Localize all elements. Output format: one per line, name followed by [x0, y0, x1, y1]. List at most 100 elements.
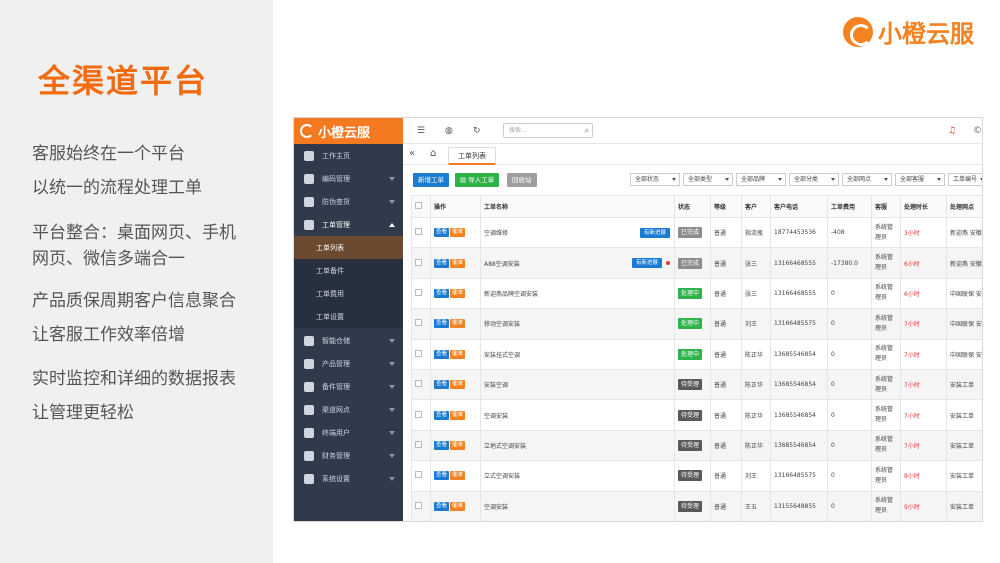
status-badge: 待受理: [678, 470, 703, 482]
sidebar-item-workorders[interactable]: 工单管理: [294, 213, 403, 236]
outlet-cell: 安装工单: [946, 429, 982, 462]
view-button[interactable]: 查看: [434, 258, 450, 268]
subnav-item-workorder-settings[interactable]: 工单设置: [294, 305, 403, 328]
status-filter[interactable]: 全部状态: [630, 173, 680, 186]
urge-button[interactable]: 催单: [450, 349, 466, 359]
row-select-cell: [411, 277, 431, 310]
view-button[interactable]: 查看: [434, 288, 450, 298]
workorder-name[interactable]: 立式空调安装: [484, 473, 520, 480]
workorder-name-cell: 空调安装: [480, 399, 675, 431]
view-button[interactable]: 查看: [434, 349, 450, 359]
bell-icon[interactable]: ♫: [948, 126, 956, 136]
urge-button[interactable]: 催单: [450, 410, 466, 420]
urge-button[interactable]: 催单: [450, 501, 466, 511]
refresh-icon[interactable]: ↻: [473, 126, 481, 136]
table-row[interactable]: 查看 催单 安装空调 待受理 普通 陈正华 13685546854 0 系统管理员 7小时 安装工单: [411, 368, 982, 401]
sidebar-item-users[interactable]: 终端用户: [294, 421, 403, 444]
urge-button[interactable]: 催单: [450, 380, 466, 390]
row-checkbox[interactable]: [415, 440, 422, 448]
tab-workorder-list[interactable]: 工单列表: [448, 147, 496, 165]
view-button[interactable]: 查看: [434, 410, 450, 420]
subnav-item-workorder-list[interactable]: 工单列表: [294, 236, 403, 259]
view-button[interactable]: 查看: [434, 228, 450, 238]
home-icon[interactable]: ⌂: [430, 148, 436, 159]
workorder-name[interactable]: 移动空调安装: [484, 321, 520, 328]
globe-icon[interactable]: ◍: [445, 126, 453, 136]
sidebar-item-label: 终端用户: [322, 428, 350, 437]
level-cell: 普通: [710, 429, 742, 462]
urge-button[interactable]: 催单: [450, 228, 466, 238]
workorder-name[interactable]: 安装挂式空调: [484, 352, 520, 359]
workorder-name[interactable]: 立地式空调安装: [484, 443, 526, 450]
new-progress-badge[interactable]: 有新进展: [639, 228, 670, 238]
row-checkbox[interactable]: [415, 471, 422, 479]
app-logo[interactable]: 小橙云服: [294, 118, 403, 144]
view-button[interactable]: 查看: [434, 380, 450, 390]
workorder-name[interactable]: 空调安装: [484, 504, 508, 511]
table-row[interactable]: 查看 催单 立地式空调安装 待受理 普通 陈正华 13685546854 0 系统管理员 7小时安…: [411, 429, 982, 462]
row-checkbox[interactable]: [415, 228, 422, 236]
sidebar-item-finance[interactable]: 财务管理: [294, 444, 403, 467]
row-checkbox[interactable]: [415, 410, 422, 418]
table-row[interactable]: 查看 催单 移动空调安装 处理中 普通 刘王 13166485575 0 系统管理员 7小时 中国联…: [411, 308, 982, 340]
agent-filter[interactable]: 全部客服: [895, 173, 945, 186]
menu-toggle-icon[interactable]: ☰: [417, 126, 425, 136]
workorder-number-filter[interactable]: 工单编号: [948, 173, 982, 186]
fee-cell: 0: [827, 368, 872, 401]
sidebar-item-codes[interactable]: 编码管理: [294, 167, 403, 190]
brand-filter[interactable]: 全部品牌: [736, 173, 786, 186]
workorder-name[interactable]: 空调维修: [484, 230, 508, 237]
sidebar-item-channels[interactable]: 渠道网点: [294, 398, 403, 421]
view-button[interactable]: 查看: [434, 319, 450, 329]
category-filter[interactable]: 全部分类: [789, 173, 839, 186]
workorder-name[interactable]: 空调安装: [484, 413, 508, 420]
row-checkbox[interactable]: [415, 319, 422, 327]
phone-cell: 13685546854: [770, 399, 828, 431]
urge-button[interactable]: 催单: [450, 258, 466, 268]
row-checkbox[interactable]: [415, 380, 422, 388]
view-button[interactable]: 查看: [434, 440, 450, 450]
import-workorder-button[interactable]: ▤ 导入工单: [455, 173, 500, 187]
urge-button[interactable]: 催单: [450, 319, 466, 329]
table-row[interactable]: 查看 催单 安装挂式空调 处理中 普通 陈正华 13685546854 0 系统管理员 7小时 中国…: [411, 338, 982, 370]
type-filter[interactable]: 全部类型: [683, 173, 733, 186]
urge-button[interactable]: 催单: [450, 440, 466, 450]
subnav-item-workorder-fees[interactable]: 工单费用: [294, 282, 403, 305]
table-row[interactable]: 查看 催单 立式空调安装 待受理 普通 刘王 13166485575 0 系统管理员 8小时 安装工…: [411, 460, 982, 492]
search-input[interactable]: 搜索... ⌕: [503, 123, 593, 138]
sidebar-item-warehouse[interactable]: 智能仓储: [294, 329, 403, 352]
sidebar-item-products[interactable]: 产品管理: [294, 352, 403, 375]
customer-cell: 指流瓶: [741, 216, 771, 249]
subnav-item-workorder-parts[interactable]: 工单备件: [294, 259, 403, 282]
row-checkbox[interactable]: [415, 288, 422, 296]
sidebar-item-anticounterfeit[interactable]: 防伪查货: [294, 190, 403, 213]
user-menu-icon[interactable]: ©: [973, 126, 982, 136]
fee-cell: 0: [827, 460, 872, 492]
row-checkbox[interactable]: [415, 501, 422, 509]
table-row[interactable]: 查看 催单 空调维修 有新进展 已完成 普通 指流瓶 18774453536 -408 系统管理员…: [411, 216, 982, 249]
sidebar-item-home[interactable]: 工作主页: [294, 144, 403, 167]
select-all-checkbox[interactable]: [415, 202, 422, 209]
new-workorder-button[interactable]: 新增工单: [413, 173, 449, 187]
workorder-name[interactable]: 安装空调: [484, 382, 508, 389]
table-row[interactable]: 查看 催单 空调安装 待受理 普通 王五 13155648855 0 系统管理员 9小时 安装工单: [411, 490, 982, 521]
sidebar-item-parts[interactable]: 备件管理: [294, 375, 403, 398]
new-progress-badge[interactable]: 有新进展: [631, 258, 662, 269]
urge-button[interactable]: 催单: [450, 471, 466, 481]
sidebar-item-settings[interactable]: 系统设置: [294, 467, 403, 490]
row-checkbox[interactable]: [415, 349, 422, 357]
workorder-name[interactable]: A88空调安装: [484, 261, 520, 268]
workorder-name[interactable]: 新迎燕品牌空调安装: [484, 291, 538, 298]
urge-button[interactable]: 催单: [450, 288, 466, 298]
table-row[interactable]: 查看 催单 空调安装 待受理 普通 陈正华 13685546854 0 系统管理员 7小时 安装工单: [411, 399, 982, 431]
outlet-filter[interactable]: 全部网点: [842, 173, 892, 186]
collapse-icon[interactable]: «: [409, 148, 415, 159]
view-button[interactable]: 查看: [434, 501, 450, 511]
row-checkbox[interactable]: [415, 258, 422, 266]
view-button[interactable]: 查看: [434, 471, 450, 481]
brand-logo: 小橙云服: [843, 14, 974, 49]
recycle-bin-button[interactable]: 回收站: [507, 173, 537, 187]
search-icon[interactable]: ⌕: [585, 124, 589, 137]
table-row[interactable]: 查看 催单 新迎燕品牌空调安装 处理中 普通 张三 13166468555 0 系统管理员 6小时…: [411, 277, 982, 310]
table-row[interactable]: 查看 催单 A88空调安装 有新进展 已完成 普通 张三 13166468555 -17380.…: [411, 247, 982, 279]
